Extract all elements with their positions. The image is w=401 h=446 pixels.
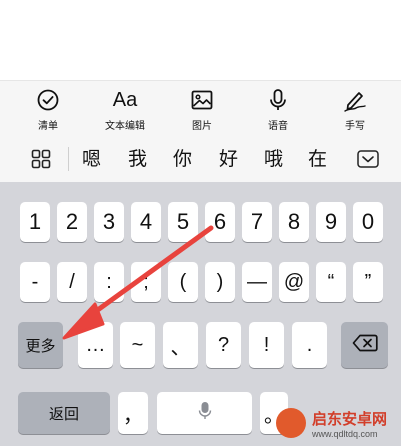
back-button[interactable]: 返回: [18, 392, 110, 434]
key-1[interactable]: 1: [20, 202, 50, 242]
key-7[interactable]: 7: [242, 202, 272, 242]
checklist-button[interactable]: 清单: [13, 87, 83, 133]
key-open-quote[interactable]: “: [316, 262, 346, 302]
chevron-down-icon[interactable]: [357, 150, 379, 172]
key-5[interactable]: 5: [168, 202, 198, 242]
checklist-icon: [36, 87, 60, 113]
key-open-paren[interactable]: (: [168, 262, 198, 302]
key-4[interactable]: 4: [131, 202, 161, 242]
key-6[interactable]: 6: [205, 202, 235, 242]
candidate-divider: [68, 147, 69, 171]
key-enumeration-comma[interactable]: 、: [163, 322, 198, 368]
key-exclamation[interactable]: !: [249, 322, 284, 368]
text-format-icon: Aa: [112, 89, 138, 111]
key-dash[interactable]: —: [242, 262, 272, 302]
watermark-url: www.qdltdq.com: [312, 429, 378, 439]
candidate-bar: 嗯 我 你 好 哦 在: [0, 136, 401, 182]
voice-label: 语音: [268, 121, 288, 132]
text-edit-button[interactable]: Aa 文本编辑: [90, 87, 160, 133]
handwriting-pen-icon: [342, 87, 368, 113]
key-question[interactable]: ?: [206, 322, 241, 368]
key-semicolon[interactable]: ;: [131, 262, 161, 302]
candidate-word[interactable]: 在: [308, 147, 327, 171]
key-0[interactable]: 0: [353, 202, 383, 242]
watermark: 启东安卓网 www.qdltdq.com: [262, 400, 401, 446]
key-3[interactable]: 3: [94, 202, 124, 242]
checklist-label: 清单: [38, 121, 58, 132]
key-at[interactable]: @: [279, 262, 309, 302]
grid-icon[interactable]: [31, 149, 51, 173]
watermark-logo-icon: [276, 408, 306, 438]
key-2[interactable]: 2: [57, 202, 87, 242]
backspace-icon: [352, 334, 378, 357]
handwriting-label: 手写: [345, 121, 365, 132]
key-tilde[interactable]: ~: [120, 322, 155, 368]
candidate-word[interactable]: 嗯: [82, 147, 101, 171]
image-button[interactable]: 图片: [167, 87, 237, 133]
backspace-button[interactable]: [341, 322, 388, 368]
key-comma[interactable]: ，: [118, 392, 148, 434]
candidate-word[interactable]: 我: [128, 147, 147, 171]
editor-toolbar: 清单 Aa 文本编辑 图片 语音 手写: [0, 80, 401, 136]
key-hyphen[interactable]: -: [20, 262, 50, 302]
watermark-title: 启东安卓网: [312, 410, 388, 428]
text-edit-label: 文本编辑: [105, 121, 145, 132]
key-slash[interactable]: /: [57, 262, 87, 302]
key-close-paren[interactable]: ): [205, 262, 235, 302]
candidate-word[interactable]: 好: [219, 147, 238, 171]
candidate-word[interactable]: 你: [173, 147, 192, 171]
microphone-icon: [266, 87, 290, 113]
key-close-quote[interactable]: ”: [353, 262, 383, 302]
key-8[interactable]: 8: [279, 202, 309, 242]
handwriting-button[interactable]: 手写: [320, 87, 390, 133]
key-9[interactable]: 9: [316, 202, 346, 242]
key-ellipsis[interactable]: …: [78, 322, 113, 368]
candidate-word[interactable]: 哦: [264, 147, 283, 171]
image-icon: [190, 87, 214, 113]
microphone-icon: [198, 401, 212, 426]
note-content-area[interactable]: [0, 0, 401, 80]
image-label: 图片: [192, 121, 212, 132]
key-period[interactable]: .: [292, 322, 327, 368]
key-colon[interactable]: :: [94, 262, 124, 302]
more-symbols-button[interactable]: 更多: [18, 322, 63, 368]
space-bar[interactable]: [157, 392, 252, 434]
voice-button[interactable]: 语音: [243, 87, 313, 133]
